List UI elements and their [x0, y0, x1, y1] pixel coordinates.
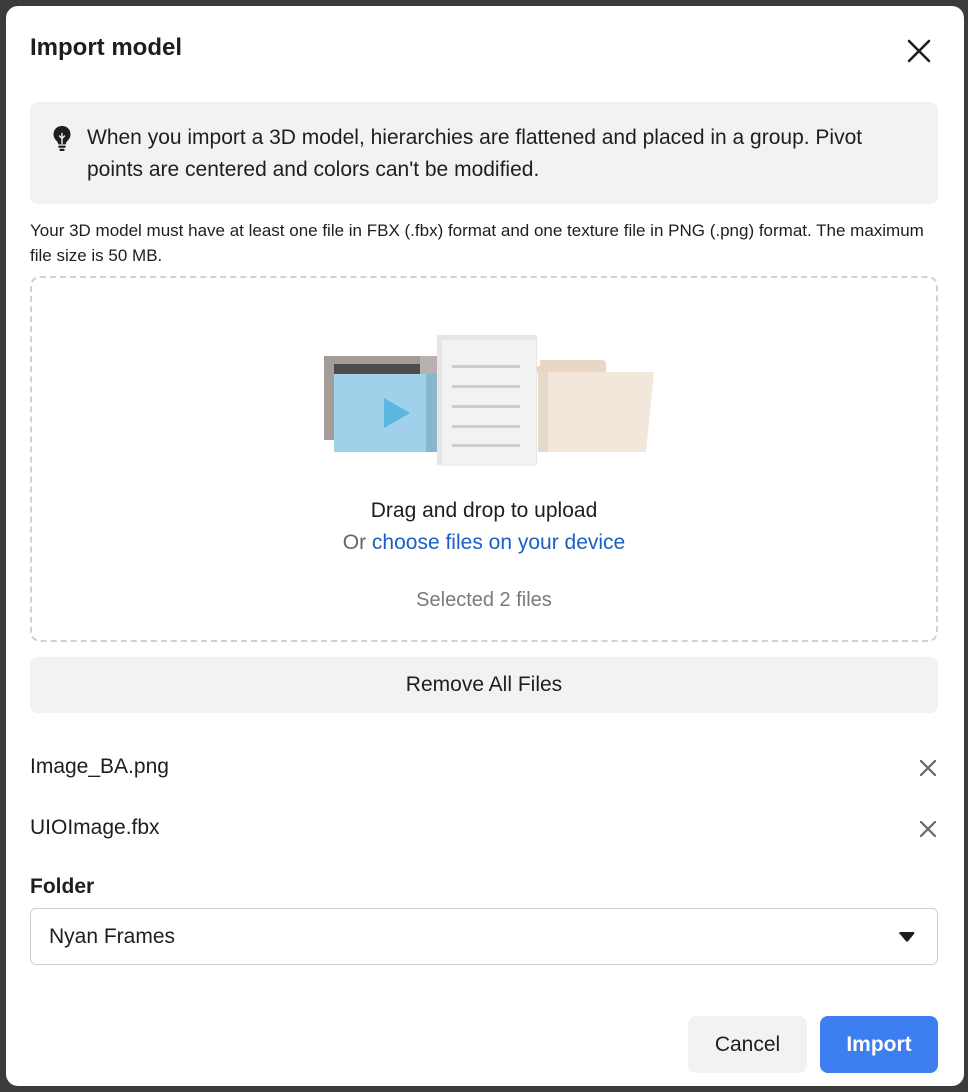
upload-dropzone[interactable]: Drag and drop to upload Or choose files …: [30, 276, 938, 642]
lightbulb-icon: [53, 126, 71, 151]
requirements-text: Your 3D model must have at least one fil…: [30, 221, 924, 265]
file-item: UIOImage.fbx: [30, 809, 940, 849]
info-banner: When you import a 3D model, hierarchies …: [30, 102, 938, 204]
dialog-title: Import model: [30, 34, 183, 61]
folder-select[interactable]: Nyan Frames: [30, 908, 938, 965]
file-name: Image_BA.png: [30, 755, 169, 778]
close-icon: [907, 39, 931, 63]
remove-file-icon[interactable]: [914, 815, 942, 843]
selected-files-count: Selected 2 files: [416, 589, 552, 611]
folder-selected-value: Nyan Frames: [49, 925, 176, 948]
close-button[interactable]: [899, 31, 939, 71]
choose-files-link[interactable]: choose files on your device: [372, 531, 625, 554]
caret-down-icon: [899, 932, 915, 942]
upload-illustration: [324, 335, 654, 466]
folder-label: Folder: [30, 875, 95, 898]
import-button[interactable]: Import: [820, 1016, 938, 1073]
cancel-button[interactable]: Cancel: [688, 1016, 807, 1073]
file-name: UIOImage.fbx: [30, 816, 160, 839]
drag-drop-text: Drag and drop to upload: [370, 499, 598, 522]
or-text: Or: [342, 531, 372, 554]
remove-file-icon[interactable]: [914, 754, 942, 782]
file-item: Image_BA.png: [30, 748, 940, 788]
import-model-dialog: Import model When you import a 3D model,…: [6, 6, 964, 1086]
choose-files-line: Or choose files on your device: [32, 530, 936, 556]
info-text: When you import a 3D model, hierarchies …: [87, 126, 863, 181]
remove-all-files-button[interactable]: Remove All Files: [30, 657, 938, 713]
